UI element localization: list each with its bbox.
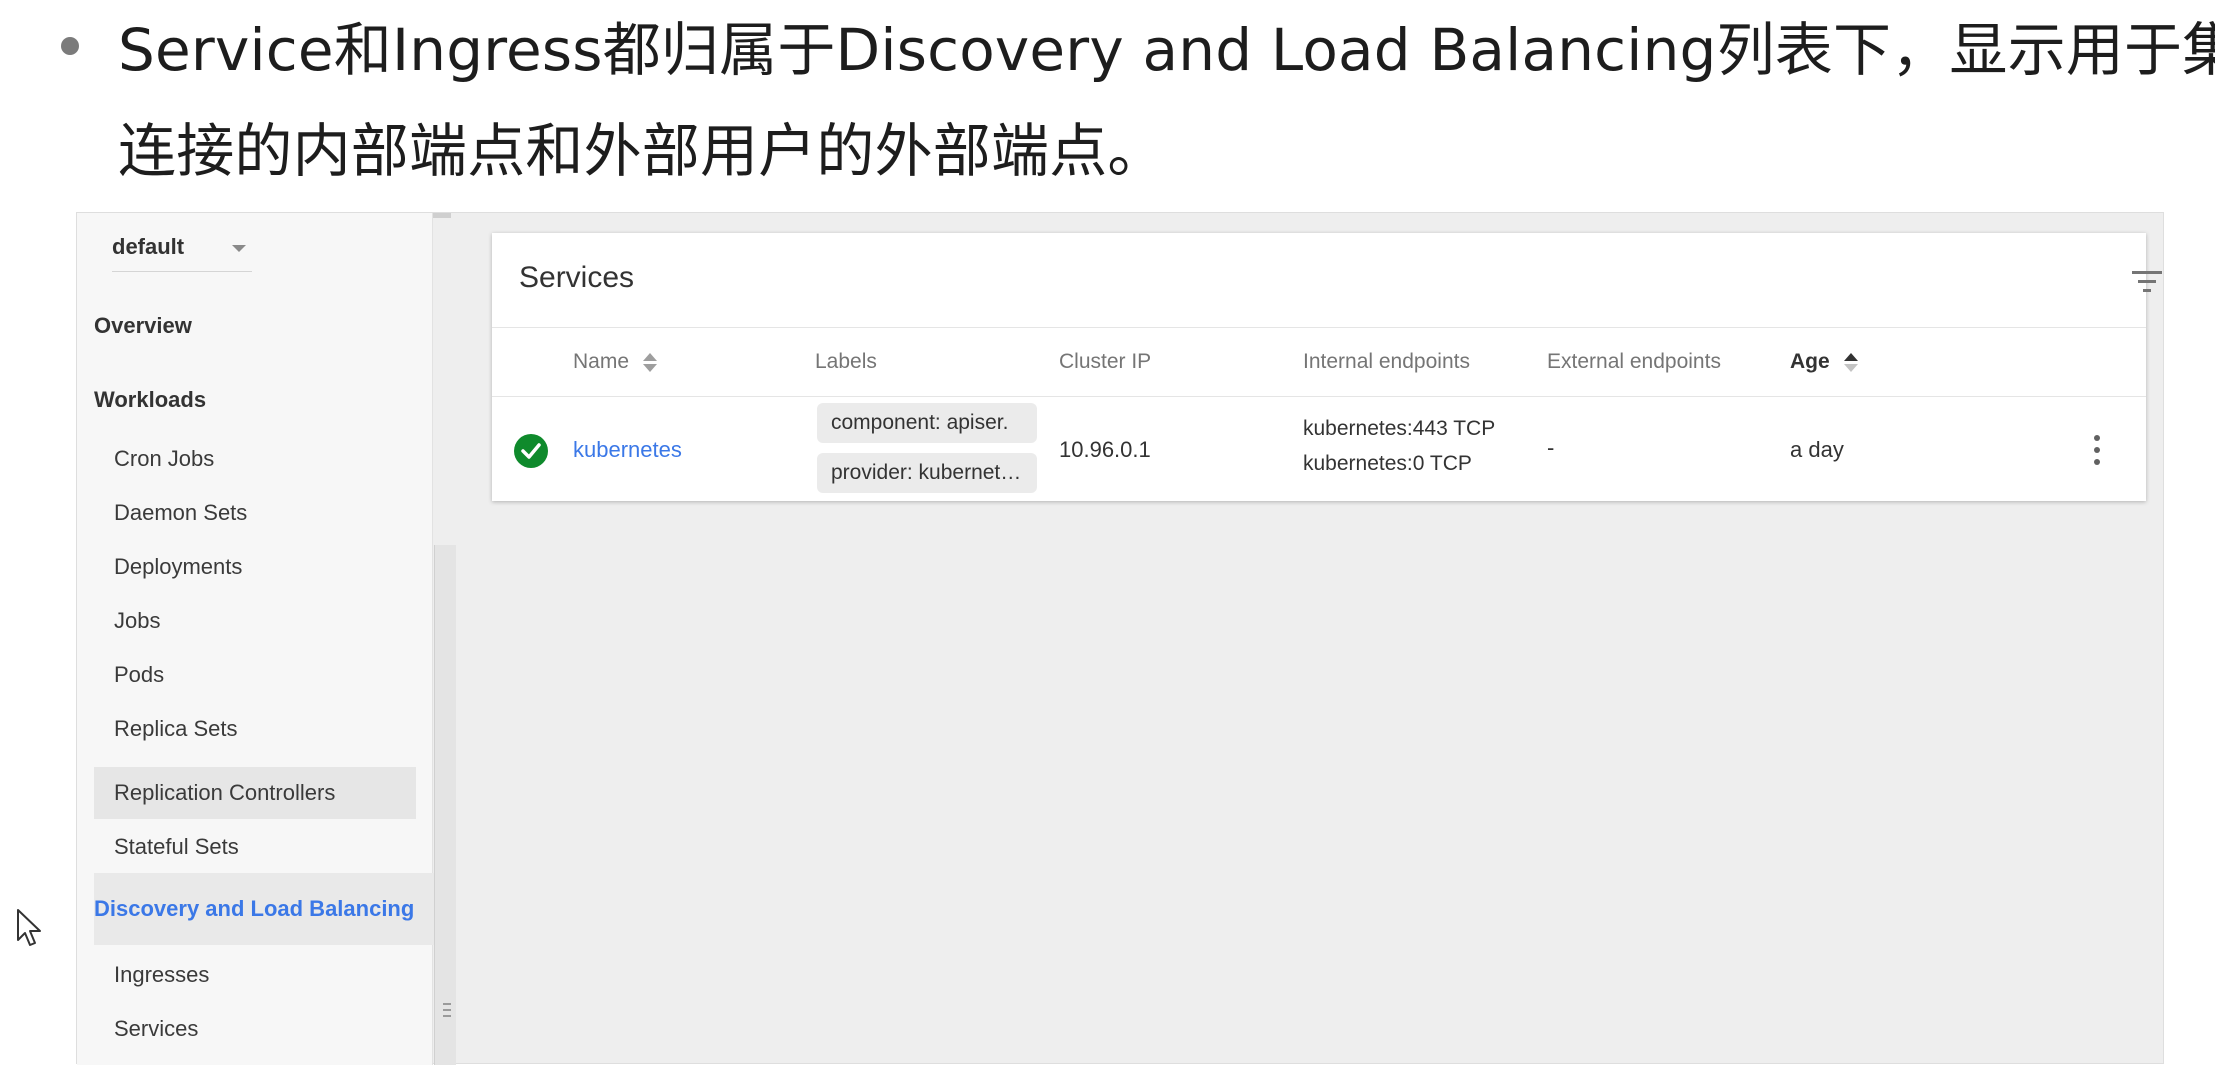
scroll-grip-icon[interactable] (443, 1003, 451, 1017)
label-chip: provider: kubernet… (817, 453, 1037, 493)
kubernetes-dashboard: default Overview Workloads Cron Jobs Dae… (76, 212, 2164, 1065)
sort-icon[interactable] (642, 351, 657, 373)
sidebar-nav: default Overview Workloads Cron Jobs Dae… (77, 213, 442, 1065)
sidebar-edge (433, 213, 451, 218)
service-name-link[interactable]: kubernetes (573, 437, 682, 463)
column-header-labels: Labels (815, 350, 877, 373)
sidebar-item-workloads[interactable]: Workloads (94, 387, 206, 413)
internal-endpoint: kubernetes:443 TCP (1303, 417, 1496, 440)
label-chip: component: apiser. (817, 403, 1037, 443)
sidebar-item-daemon-sets[interactable]: Daemon Sets (94, 487, 416, 539)
table-row: kubernetes component: apiser. provider: … (492, 397, 2146, 501)
card-title: Services (519, 261, 635, 294)
namespace-value: default (112, 234, 185, 259)
mouse-pointer-icon (16, 908, 46, 952)
column-header-cluster-ip: Cluster IP (1059, 350, 1152, 373)
sidebar-scrollbar[interactable] (434, 545, 456, 1065)
column-header-age[interactable]: Age (1790, 350, 1858, 374)
bullet-text-line-2: 连接的内部端点和外部用户的外部端点。 (118, 117, 1166, 185)
external-endpoints-value: - (1547, 435, 1555, 460)
sidebar-item-cron-jobs[interactable]: Cron Jobs (94, 433, 416, 485)
internal-endpoint: kubernetes:0 TCP (1303, 452, 1472, 475)
sidebar-item-discovery-and-load-balancing[interactable]: Discovery and Load Balancing (94, 873, 442, 945)
column-header-name-label: Name (573, 350, 630, 373)
services-card: Services Name Labels Cluster IP Internal… (492, 233, 2162, 501)
slide-bullet: Service和Ingress都归属于Discovery and Load Ba… (30, 0, 2215, 200)
sidebar-item-replica-sets[interactable]: Replica Sets (94, 703, 416, 755)
sidebar-item-stateful-sets[interactable]: Stateful Sets (94, 821, 416, 873)
bullet-text-line-1: Service和Ingress都归属于Discovery and Load Ba… (118, 16, 2215, 84)
sidebar-item-pods[interactable]: Pods (94, 649, 416, 701)
cluster-ip-value: 10.96.0.1 (1059, 437, 1151, 462)
filter-icon[interactable] (2132, 269, 2166, 295)
sidebar-item-overview[interactable]: Overview (94, 313, 192, 339)
sidebar-item-ingresses[interactable]: Ingresses (94, 949, 416, 1001)
more-vert-icon[interactable] (2093, 435, 2101, 465)
check-circle-icon (514, 434, 548, 468)
column-header-age-label: Age (1790, 350, 1830, 373)
table-header: Name Labels Cluster IP Internal endpoint… (492, 327, 2146, 397)
column-header-name[interactable]: Name (573, 350, 657, 374)
age-value: a day (1790, 437, 1844, 462)
chevron-down-icon (232, 245, 246, 252)
bullet-dot-icon (61, 37, 79, 55)
column-header-internal-endpoints: Internal endpoints (1303, 350, 1470, 373)
sort-ascending-icon[interactable] (1843, 351, 1858, 373)
namespace-selector[interactable]: default (112, 228, 252, 272)
sidebar-item-replication-controllers[interactable]: Replication Controllers (94, 767, 416, 819)
sidebar-item-deployments[interactable]: Deployments (94, 541, 416, 593)
column-header-external-endpoints: External endpoints (1547, 350, 1721, 373)
sidebar-item-services[interactable]: Services (94, 1003, 416, 1055)
sidebar-item-jobs[interactable]: Jobs (94, 595, 416, 647)
